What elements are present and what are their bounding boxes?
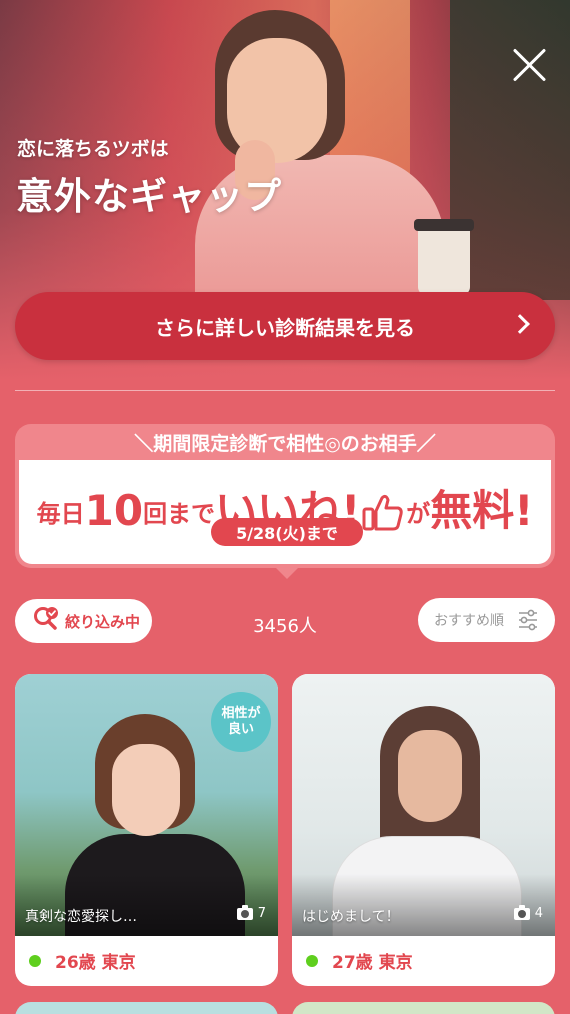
profile-card-next[interactable] bbox=[292, 1002, 555, 1014]
hero-subtitle: 恋に落ちるツボは bbox=[17, 138, 169, 160]
hero-cup bbox=[414, 219, 474, 295]
profile-caption: はじめまして！ bbox=[302, 909, 400, 925]
search-filter-icon bbox=[33, 606, 59, 636]
result-count: 3456人 bbox=[253, 616, 317, 637]
sort-button-label: おすすめ順 bbox=[434, 613, 504, 629]
compatibility-badge: 相性が 良い bbox=[211, 692, 271, 752]
photo-count-value: 7 bbox=[257, 906, 266, 921]
campaign-text-ga: が bbox=[406, 500, 431, 528]
profile-card[interactable]: 相性が 良い 真剣な恋愛探し… 7 26歳 東京 bbox=[15, 674, 278, 986]
online-status-dot bbox=[306, 954, 318, 967]
photo-count: 4 bbox=[513, 904, 543, 921]
profile-age-location: 27歳 東京 bbox=[332, 953, 413, 973]
profile-age-location: 26歳 東京 bbox=[55, 953, 136, 973]
sort-button[interactable]: おすすめ順 bbox=[418, 598, 555, 642]
compatibility-badge-line2: 良い bbox=[227, 722, 254, 737]
campaign-banner[interactable]: ＼期間限定診断で相性◎のお相手／ 毎日 10 回まで いいね! が 無料! 5/… bbox=[15, 424, 555, 568]
profile-caption: 真剣な恋愛探し… bbox=[25, 909, 137, 925]
campaign-banner-pointer bbox=[275, 567, 299, 579]
sliders-icon bbox=[517, 609, 539, 635]
filter-button-label: 絞り込み中 bbox=[65, 612, 141, 631]
profile-meta: 27歳 東京 bbox=[306, 948, 413, 973]
profile-card-next[interactable] bbox=[15, 1002, 278, 1014]
photo-count-value: 4 bbox=[534, 906, 543, 921]
campaign-header: ＼期間限定診断で相性◎のお相手／ bbox=[134, 432, 436, 455]
hero-title: 意外なギャップ bbox=[16, 175, 282, 218]
thumbs-up-icon bbox=[362, 492, 404, 532]
chevron-right-icon bbox=[510, 314, 530, 334]
detail-result-button[interactable]: さらに詳しい診断結果を見る bbox=[15, 292, 555, 360]
profile-photo bbox=[292, 674, 555, 936]
camera-icon bbox=[513, 904, 530, 920]
photo-count: 7 bbox=[236, 904, 266, 921]
profile-card[interactable]: はじめまして！ 4 27歳 東京 bbox=[292, 674, 555, 986]
online-status-dot bbox=[29, 954, 41, 967]
campaign-text-number: 10 bbox=[84, 486, 144, 535]
detail-result-button-label: さらに詳しい診断結果を見る bbox=[155, 315, 415, 340]
campaign-body: 毎日 10 回まで いいね! が 無料! bbox=[19, 460, 551, 564]
compatibility-badge-line1: 相性が bbox=[221, 705, 261, 721]
filter-button[interactable]: 絞り込み中 bbox=[15, 599, 152, 643]
campaign-text-free: 無料! bbox=[430, 486, 534, 535]
divider bbox=[15, 390, 555, 391]
camera-icon bbox=[236, 904, 253, 920]
campaign-text-daily: 毎日 bbox=[36, 500, 85, 528]
close-icon[interactable] bbox=[510, 45, 550, 85]
campaign-text-times: 回まで bbox=[143, 500, 216, 528]
profile-meta: 26歳 東京 bbox=[29, 948, 136, 973]
campaign-deadline: 5/28(火)まで bbox=[211, 518, 363, 546]
